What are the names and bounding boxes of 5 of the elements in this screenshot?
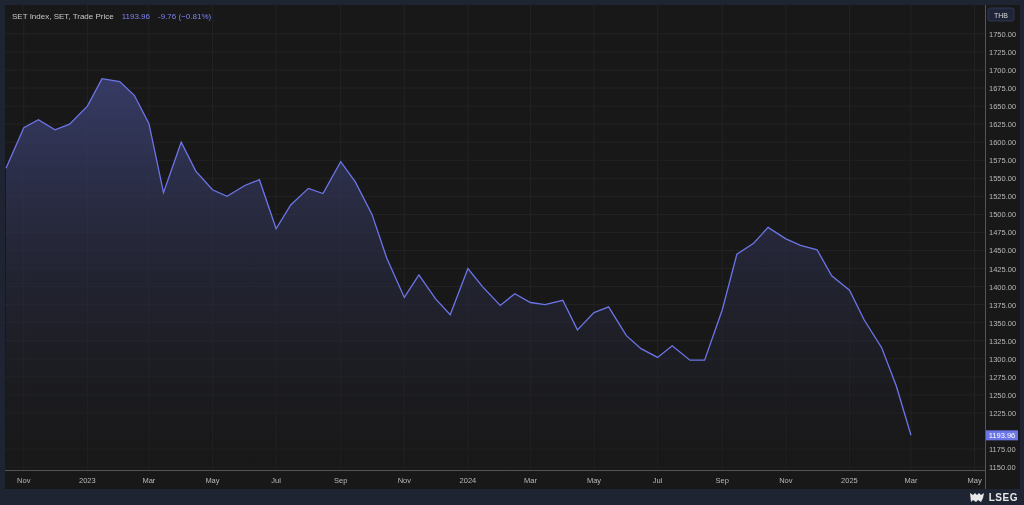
logo-icon bbox=[968, 491, 985, 503]
brand-name: LSEG bbox=[988, 490, 1018, 505]
instrument-title: SET Index, SET, Trade Price bbox=[12, 11, 114, 23]
last-price: 1193.96 bbox=[121, 11, 150, 23]
price-change: -9.76 (−0.81%) bbox=[158, 11, 212, 23]
